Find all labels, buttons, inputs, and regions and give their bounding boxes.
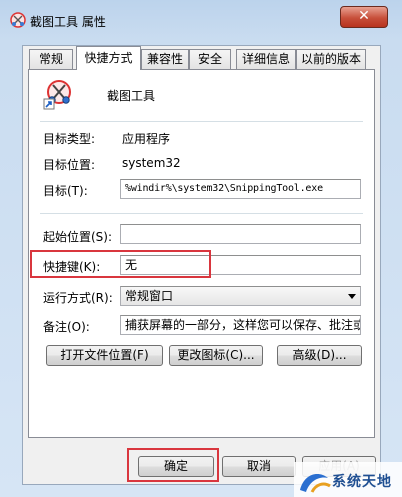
app-name: 截图工具 (107, 89, 156, 103)
highlight-ok-button (127, 448, 219, 482)
close-button[interactable]: ✕ (340, 6, 388, 28)
tab-compatibility[interactable]: 兼容性 (141, 49, 189, 69)
tab-security[interactable]: 安全 (189, 49, 231, 69)
run-select[interactable]: 常规窗口 (120, 286, 361, 306)
tab-previous-versions[interactable]: 以前的版本 (296, 49, 366, 69)
target-type-label: 目标类型: (43, 132, 96, 146)
start-in-input[interactable] (120, 224, 361, 244)
target-label: 目标(T): (43, 184, 88, 198)
title-bar: 截图工具 属性 ✕ (0, 0, 402, 40)
properties-window: 截图工具 属性 ✕ 常规 快捷方式 兼容性 安全 详细信息 以前的版本 截图工具… (0, 0, 402, 497)
target-location-label: 目标位置: (43, 158, 96, 172)
highlight-shortcut-key (30, 250, 211, 278)
divider (40, 121, 363, 122)
advanced-button[interactable]: 高级(D)... (277, 345, 362, 366)
cancel-button[interactable]: 取消 (222, 456, 296, 477)
comment-label: 备注(O): (43, 320, 90, 334)
scissors-app-icon (43, 80, 71, 110)
watermark-text: 系统天地 (332, 474, 392, 490)
divider (40, 213, 363, 214)
tab-shortcut[interactable]: 快捷方式 (76, 46, 141, 70)
scissors-icon (10, 12, 26, 28)
tab-details[interactable]: 详细信息 (236, 49, 296, 69)
change-icon-button[interactable]: 更改图标(C)... (169, 345, 263, 366)
target-input[interactable]: %windir%\system32\SnippingTool.exe (120, 179, 361, 199)
chevron-down-icon (348, 294, 356, 299)
target-location-value: system32 (122, 156, 181, 170)
target-type-value: 应用程序 (122, 132, 171, 146)
run-select-value: 常规窗口 (125, 289, 174, 303)
comment-input[interactable]: 捕获屏幕的一部分，这样您可以保存、批注或 (120, 315, 361, 335)
start-in-label: 起始位置(S): (43, 230, 113, 244)
window-title: 截图工具 属性 (30, 15, 106, 29)
tab-general[interactable]: 常规 (29, 49, 73, 69)
run-label: 运行方式(R): (43, 291, 113, 305)
open-file-location-button[interactable]: 打开文件位置(F) (46, 345, 163, 366)
